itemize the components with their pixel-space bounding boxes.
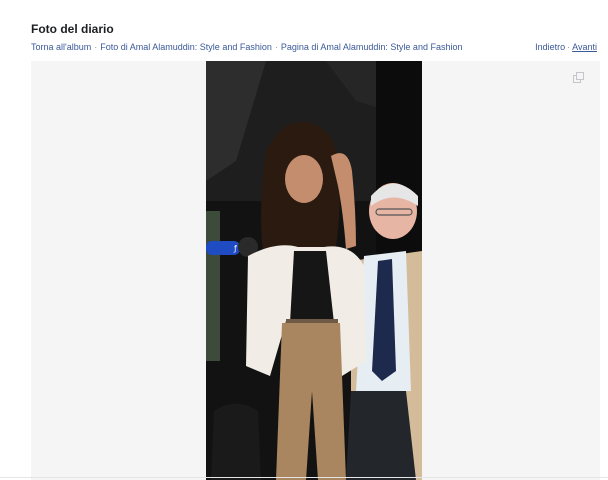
breadcrumb-separator: · [274, 42, 278, 52]
photo-stage: ƒ [31, 61, 600, 480]
breadcrumb-separator: · [94, 42, 98, 52]
page-link[interactable]: Pagina di Amal Alamuddin: Style and Fash… [281, 42, 463, 52]
main-photo[interactable]: ƒ [206, 61, 422, 480]
next-link[interactable]: Avanti [572, 42, 597, 52]
breadcrumb: Torna all'album · Foto di Amal Alamuddin: … [31, 42, 462, 53]
previous-link[interactable]: Indietro [535, 42, 565, 52]
photo-page: Foto del diario Torna all'album · Foto di … [0, 0, 608, 480]
expand-icon[interactable] [573, 72, 584, 83]
back-to-album-link[interactable]: Torna all'album [31, 42, 91, 52]
album-photos-link[interactable]: Foto di Amal Alamuddin: Style and Fashio… [100, 42, 272, 52]
page-title: Foto del diario [31, 22, 114, 36]
svg-text:ƒ: ƒ [233, 244, 237, 253]
divider [0, 477, 608, 478]
photo-pager: Indietro · Avanti [535, 42, 597, 53]
